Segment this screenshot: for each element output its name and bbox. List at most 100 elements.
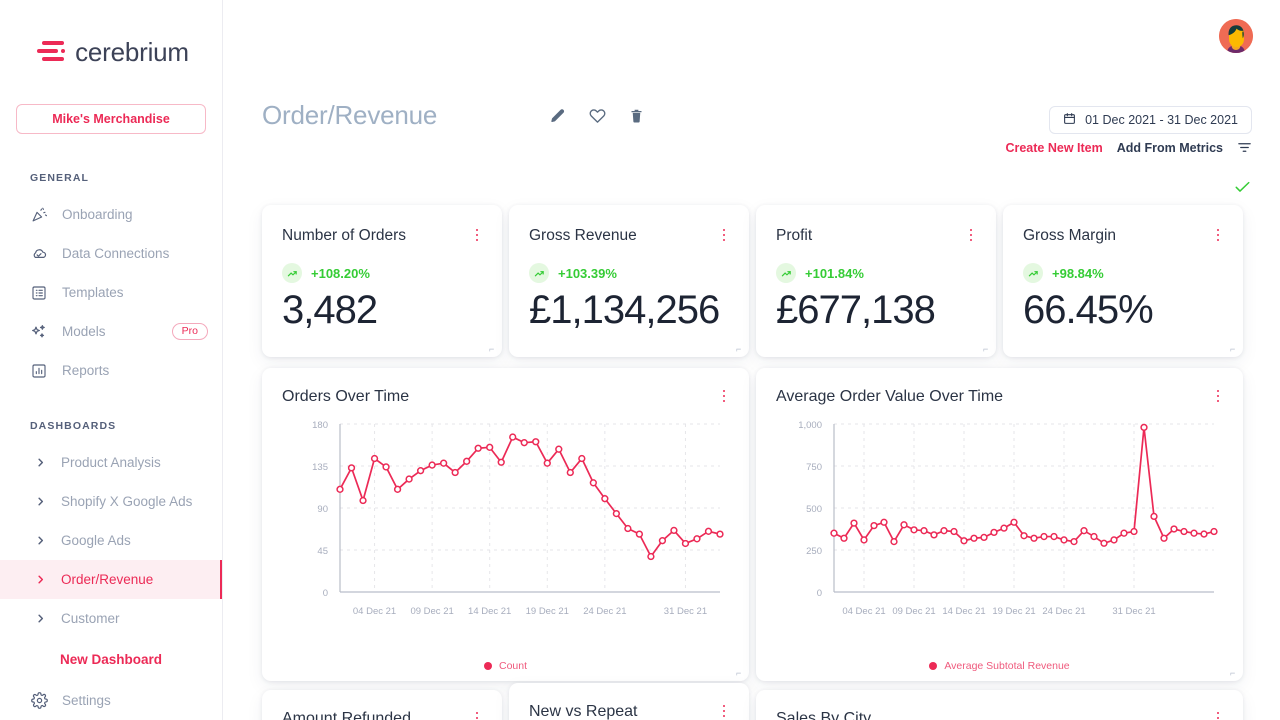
add-from-metrics-button[interactable]: Add From Metrics: [1117, 141, 1223, 155]
trash-icon[interactable]: [629, 108, 644, 124]
cerebrium-logo-icon: [37, 39, 66, 65]
svg-text:14 Dec 21: 14 Dec 21: [942, 606, 985, 617]
bar-chart-icon: [30, 362, 48, 380]
svg-text:135: 135: [312, 462, 328, 473]
sidebar-item-models[interactable]: Models Pro: [0, 312, 222, 351]
card-menu-button[interactable]: [470, 710, 484, 720]
svg-text:90: 90: [317, 504, 328, 515]
card-title: Amount Refunded: [282, 710, 411, 720]
chart-plot-aov: 0 250 500 750 1,000 04 Dec 21 09 Dec 21 14 Dec …: [756, 414, 1243, 681]
kpi-delta-value: +101.84%: [805, 265, 864, 281]
sidebar-item-customer[interactable]: Customer: [0, 599, 222, 638]
sidebar-item-label: Models: [62, 324, 106, 339]
svg-text:09 Dec 21: 09 Dec 21: [410, 606, 453, 617]
chart-title: Orders Over Time: [282, 388, 410, 405]
svg-text:14 Dec 21: 14 Dec 21: [468, 606, 511, 617]
sidebar-item-label: Order/Revenue: [61, 572, 154, 587]
resize-handle-icon[interactable]: ⌐: [736, 345, 745, 354]
svg-text:1,000: 1,000: [798, 420, 822, 431]
cloud-icon: [30, 245, 48, 263]
sidebar-item-label: Templates: [62, 285, 124, 300]
trend-up-icon: [529, 263, 549, 283]
legend-label: Count: [498, 660, 528, 672]
create-new-item-button[interactable]: Create New Item: [1005, 141, 1102, 155]
saved-check-icon: [1235, 181, 1250, 196]
kpi-card-gross-margin[interactable]: Gross Margin +98.84% 66.45% ⌐: [1003, 205, 1243, 357]
sidebar-item-shopify-x-google-ads[interactable]: Shopify X Google Ads: [0, 482, 222, 521]
app-logo[interactable]: cerebrium: [0, 0, 222, 104]
legend-label: Average Subtotal Revenue: [944, 660, 1070, 672]
avatar[interactable]: [1219, 19, 1253, 53]
sidebar-section-dashboards: DASHBOARDS: [30, 420, 117, 432]
card-menu-button[interactable]: [1211, 710, 1225, 720]
sidebar-item-reports[interactable]: Reports: [0, 351, 222, 390]
card-amount-refunded[interactable]: Amount Refunded: [262, 690, 502, 720]
kpi-card-profit[interactable]: Profit +101.84% £677,138 ⌐: [756, 205, 996, 357]
filter-icon[interactable]: [1237, 140, 1252, 155]
sidebar-item-order-revenue[interactable]: Order/Revenue: [0, 560, 222, 599]
date-range-picker[interactable]: 01 Dec 2021 - 31 Dec 2021: [1049, 106, 1252, 134]
chevron-right-icon: [33, 535, 47, 546]
svg-text:180: 180: [312, 420, 328, 431]
svg-text:04 Dec 21: 04 Dec 21: [353, 606, 396, 617]
workspace-selector[interactable]: Mike's Merchandise: [16, 104, 206, 134]
legend-swatch-icon: [483, 662, 492, 670]
chevron-right-icon: [33, 457, 47, 468]
svg-text:19 Dec 21: 19 Dec 21: [526, 606, 569, 617]
app-logo-text: cerebrium: [75, 36, 189, 67]
template-icon: [30, 284, 48, 302]
sidebar-item-data-connections[interactable]: Data Connections: [0, 234, 222, 273]
card-menu-button[interactable]: [470, 227, 484, 243]
sidebar-item-label: Customer: [61, 611, 120, 626]
kpi-value: 3,482: [282, 288, 378, 332]
card-menu-button[interactable]: [717, 227, 731, 243]
resize-handle-icon[interactable]: ⌐: [983, 345, 992, 354]
heart-icon[interactable]: [589, 107, 606, 124]
sidebar-item-templates[interactable]: Templates: [0, 273, 222, 312]
kpi-delta: +103.39%: [509, 263, 749, 283]
chart-legend: Count: [262, 660, 749, 672]
legend-swatch-icon: [929, 662, 938, 670]
trend-up-icon: [776, 263, 796, 283]
kpi-title: Number of Orders: [282, 227, 407, 244]
resize-handle-icon[interactable]: ⌐: [1230, 669, 1239, 678]
card-menu-button[interactable]: [717, 388, 731, 404]
sidebar-item-product-analysis[interactable]: Product Analysis: [0, 443, 222, 482]
svg-text:04 Dec 21: 04 Dec 21: [842, 606, 885, 617]
chart-title: Average Order Value Over Time: [776, 388, 1004, 405]
kpi-value: £677,138: [776, 288, 936, 332]
sidebar-item-label: Settings: [62, 693, 111, 708]
sparkles-icon: [30, 323, 48, 341]
svg-text:0: 0: [323, 588, 328, 599]
pro-badge: Pro: [171, 323, 208, 340]
kpi-card-gross-revenue[interactable]: Gross Revenue +103.39% £1,134,256 ⌐: [509, 205, 749, 357]
card-header: Sales By City: [756, 690, 1243, 720]
sidebar-item-settings[interactable]: Settings: [0, 681, 222, 720]
kpi-title: Gross Revenue: [529, 227, 637, 244]
svg-text:0: 0: [817, 588, 822, 599]
card-sales-by-city[interactable]: Sales By City: [756, 690, 1243, 720]
pencil-icon[interactable]: [550, 108, 566, 124]
card-menu-button[interactable]: [1211, 388, 1225, 404]
sidebar-item-onboarding[interactable]: Onboarding: [0, 195, 222, 234]
resize-handle-icon[interactable]: ⌐: [489, 345, 498, 354]
card-menu-button[interactable]: [717, 703, 731, 719]
chart-card-orders-over-time[interactable]: Orders Over Time 0 45 90 135 180 04 Dec 21 09 …: [262, 368, 749, 681]
chart-card-average-order-value[interactable]: Average Order Value Over Time 0 250 500 750…: [756, 368, 1243, 681]
gear-icon: [30, 692, 48, 710]
card-new-vs-repeat[interactable]: New vs Repeat: [509, 683, 749, 720]
sidebar-item-google-ads[interactable]: Google Ads: [0, 521, 222, 560]
card-menu-button[interactable]: [964, 227, 978, 243]
new-dashboard-button[interactable]: New Dashboard: [0, 638, 222, 677]
sidebar-item-label: Google Ads: [61, 533, 131, 548]
card-menu-button[interactable]: [1211, 227, 1225, 243]
chevron-right-icon: [33, 496, 47, 507]
kpi-card-number-of-orders[interactable]: Number of Orders +108.20% 3,482 ⌐: [262, 205, 502, 357]
sidebar-item-label: Reports: [62, 363, 110, 378]
resize-handle-icon[interactable]: ⌐: [736, 669, 745, 678]
resize-handle-icon[interactable]: ⌐: [1230, 345, 1239, 354]
calendar-icon: [1063, 112, 1076, 128]
kpi-delta: +101.84%: [756, 263, 996, 283]
kpi-card-header: Gross Revenue: [509, 205, 749, 245]
trend-up-icon: [282, 263, 302, 283]
